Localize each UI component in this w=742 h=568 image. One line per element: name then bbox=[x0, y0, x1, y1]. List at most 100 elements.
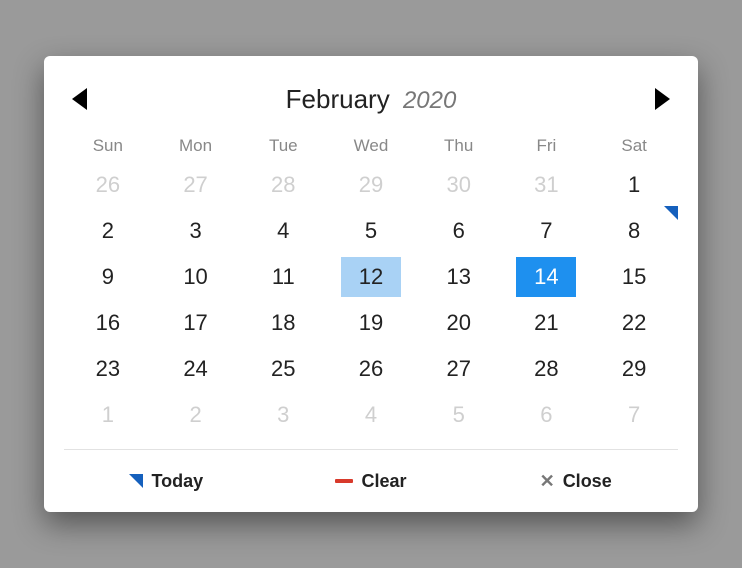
day-cell[interactable]: 19 bbox=[327, 300, 415, 346]
today-button[interactable]: Today bbox=[64, 471, 269, 492]
month-year-title[interactable]: February 2020 bbox=[286, 84, 457, 115]
day-number: 19 bbox=[341, 303, 401, 343]
day-number: 14 bbox=[516, 257, 576, 297]
year-label: 2020 bbox=[403, 87, 456, 114]
day-cell[interactable]: 16 bbox=[64, 300, 152, 346]
day-number: 26 bbox=[341, 349, 401, 389]
weekday-row: Sun Mon Tue Wed Thu Fri Sat bbox=[64, 130, 678, 162]
day-cell[interactable]: 6 bbox=[503, 392, 591, 438]
day-cell[interactable]: 28 bbox=[239, 162, 327, 208]
weekday-label: Wed bbox=[327, 130, 415, 162]
day-cell[interactable]: 31 bbox=[503, 162, 591, 208]
chevron-left-icon bbox=[72, 88, 87, 110]
day-number: 7 bbox=[516, 211, 576, 251]
day-cell[interactable]: 7 bbox=[590, 392, 678, 438]
day-cell[interactable]: 21 bbox=[503, 300, 591, 346]
day-number: 4 bbox=[341, 395, 401, 435]
calendar-footer: Today Clear ✕ Close bbox=[64, 449, 678, 512]
close-icon: ✕ bbox=[540, 471, 555, 492]
day-number: 4 bbox=[253, 211, 313, 251]
day-cell[interactable]: 27 bbox=[152, 162, 240, 208]
day-number: 3 bbox=[253, 395, 313, 435]
today-marker-icon bbox=[129, 474, 143, 488]
day-number: 6 bbox=[429, 211, 489, 251]
chevron-right-icon bbox=[655, 88, 670, 110]
weekday-label: Sun bbox=[64, 130, 152, 162]
day-number: 27 bbox=[429, 349, 489, 389]
day-number: 27 bbox=[166, 165, 226, 205]
day-number: 8 bbox=[604, 211, 664, 251]
day-number: 20 bbox=[429, 303, 489, 343]
calendar-header: February 2020 bbox=[64, 74, 678, 124]
day-number: 22 bbox=[604, 303, 664, 343]
day-cell[interactable]: 6 bbox=[415, 208, 503, 254]
day-number: 5 bbox=[341, 211, 401, 251]
day-number: 18 bbox=[253, 303, 313, 343]
day-number: 24 bbox=[166, 349, 226, 389]
day-cell[interactable]: 12 bbox=[327, 254, 415, 300]
next-month-button[interactable] bbox=[648, 84, 678, 114]
day-cell[interactable]: 13 bbox=[415, 254, 503, 300]
day-cell[interactable]: 26 bbox=[64, 162, 152, 208]
day-cell[interactable]: 25 bbox=[239, 346, 327, 392]
day-number: 2 bbox=[78, 211, 138, 251]
day-cell[interactable]: 10 bbox=[152, 254, 240, 300]
day-number: 13 bbox=[429, 257, 489, 297]
day-number: 16 bbox=[78, 303, 138, 343]
day-number: 2 bbox=[166, 395, 226, 435]
day-cell[interactable]: 4 bbox=[327, 392, 415, 438]
day-cell[interactable]: 2 bbox=[152, 392, 240, 438]
day-cell[interactable]: 20 bbox=[415, 300, 503, 346]
day-cell[interactable]: 18 bbox=[239, 300, 327, 346]
day-cell[interactable]: 5 bbox=[327, 208, 415, 254]
day-number: 10 bbox=[166, 257, 226, 297]
day-number: 6 bbox=[516, 395, 576, 435]
day-cell[interactable]: 11 bbox=[239, 254, 327, 300]
day-cell[interactable]: 7 bbox=[503, 208, 591, 254]
day-number: 28 bbox=[253, 165, 313, 205]
day-cell[interactable]: 27 bbox=[415, 346, 503, 392]
day-number: 26 bbox=[78, 165, 138, 205]
day-cell[interactable]: 3 bbox=[239, 392, 327, 438]
day-number: 23 bbox=[78, 349, 138, 389]
day-cell[interactable]: 17 bbox=[152, 300, 240, 346]
day-number: 29 bbox=[604, 349, 664, 389]
clear-label: Clear bbox=[361, 471, 406, 492]
day-cell[interactable]: 22 bbox=[590, 300, 678, 346]
day-cell[interactable]: 2 bbox=[64, 208, 152, 254]
month-label: February bbox=[286, 84, 390, 114]
day-number: 7 bbox=[604, 395, 664, 435]
day-number: 29 bbox=[341, 165, 401, 205]
day-cell[interactable]: 23 bbox=[64, 346, 152, 392]
close-button[interactable]: ✕ Close bbox=[473, 471, 678, 492]
day-cell[interactable]: 24 bbox=[152, 346, 240, 392]
clear-button[interactable]: Clear bbox=[269, 471, 474, 492]
day-cell[interactable]: 30 bbox=[415, 162, 503, 208]
day-number: 15 bbox=[604, 257, 664, 297]
close-label: Close bbox=[563, 471, 612, 492]
day-cell[interactable]: 15 bbox=[590, 254, 678, 300]
weekday-label: Thu bbox=[415, 130, 503, 162]
day-cell[interactable]: 26 bbox=[327, 346, 415, 392]
day-number: 28 bbox=[516, 349, 576, 389]
day-cell[interactable]: 9 bbox=[64, 254, 152, 300]
day-number: 5 bbox=[429, 395, 489, 435]
day-number: 31 bbox=[516, 165, 576, 205]
day-cell[interactable]: 4 bbox=[239, 208, 327, 254]
day-number: 1 bbox=[604, 165, 664, 205]
day-number: 21 bbox=[516, 303, 576, 343]
day-number: 1 bbox=[78, 395, 138, 435]
date-picker: February 2020 Sun Mon Tue Wed Thu Fri Sa… bbox=[44, 56, 698, 512]
day-cell[interactable]: 14 bbox=[503, 254, 591, 300]
day-cell[interactable]: 29 bbox=[327, 162, 415, 208]
day-cell[interactable]: 28 bbox=[503, 346, 591, 392]
day-cell[interactable]: 3 bbox=[152, 208, 240, 254]
day-number: 17 bbox=[166, 303, 226, 343]
day-cell[interactable]: 8 bbox=[590, 208, 678, 254]
day-cell[interactable]: 1 bbox=[64, 392, 152, 438]
prev-month-button[interactable] bbox=[64, 84, 94, 114]
day-cell[interactable]: 5 bbox=[415, 392, 503, 438]
day-cell[interactable]: 29 bbox=[590, 346, 678, 392]
weekday-label: Sat bbox=[590, 130, 678, 162]
day-cell[interactable]: 1 bbox=[590, 162, 678, 208]
